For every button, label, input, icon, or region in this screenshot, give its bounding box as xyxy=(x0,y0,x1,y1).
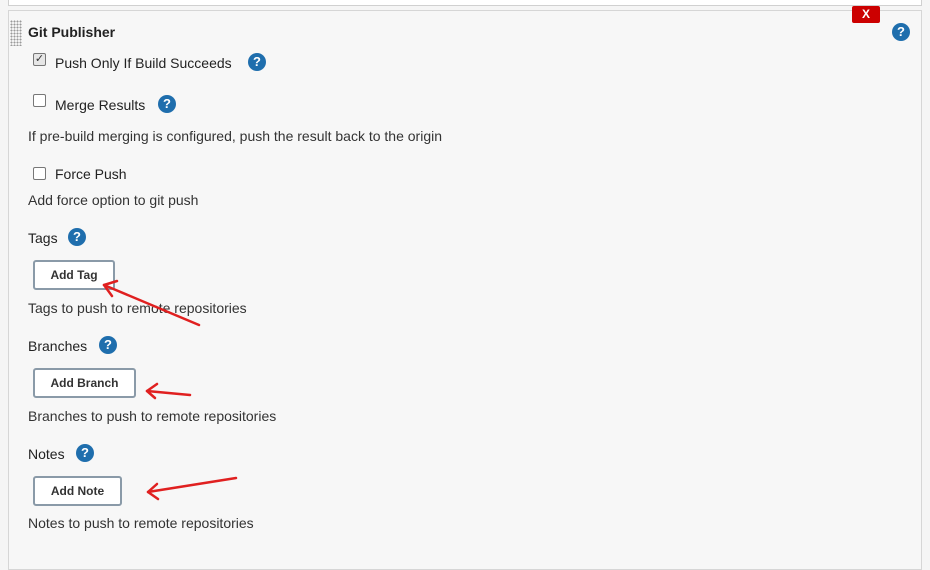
annotation-arrows xyxy=(102,279,238,501)
arrow-to-add-note-icon xyxy=(146,476,238,501)
arrow-to-add-tag-icon xyxy=(102,279,201,327)
arrow-to-add-branch-icon xyxy=(145,382,192,400)
